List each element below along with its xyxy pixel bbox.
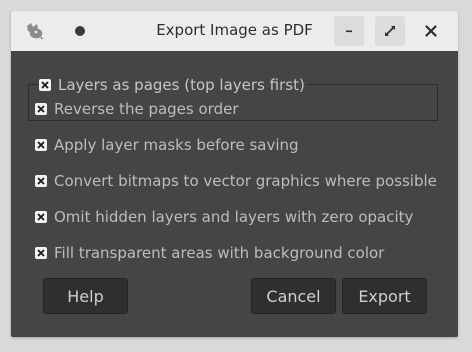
reverse-order-label: Reverse the pages order [54,100,239,118]
checkbox-checked-icon[interactable] [39,79,51,91]
title-bar[interactable]: Export Image as PDF [11,11,458,51]
checkbox-checked-icon[interactable] [35,175,47,187]
close-icon [425,25,437,37]
layers-as-pages-checkbox[interactable]: Layers as pages (top layers first) [39,75,307,95]
export-button[interactable]: Export [342,278,427,314]
minimize-button[interactable] [334,16,364,46]
minimize-icon [346,30,352,33]
layers-as-pages-label: Layers as pages (top layers first) [58,76,305,94]
checkbox-checked-icon[interactable] [35,211,47,223]
fill-transparent-checkbox[interactable]: Fill transparent areas with background c… [35,243,384,263]
export-pdf-dialog: Export Image as PDF Layers as pages (top… [11,11,458,337]
fill-transparent-label: Fill transparent areas with background c… [54,244,385,262]
reverse-order-checkbox[interactable]: Reverse the pages order [35,99,239,119]
omit-hidden-checkbox[interactable]: Omit hidden layers and layers with zero … [35,207,413,227]
close-button[interactable] [416,16,446,46]
maximize-icon [385,26,395,36]
apply-masks-checkbox[interactable]: Apply layer masks before saving [35,135,299,155]
help-button[interactable]: Help [43,278,128,314]
cancel-button[interactable]: Cancel [251,278,336,314]
apply-masks-label: Apply layer masks before saving [54,136,299,154]
checkbox-checked-icon[interactable] [35,139,47,151]
maximize-button[interactable] [375,16,405,46]
checkbox-checked-icon[interactable] [35,103,47,115]
omit-hidden-label: Omit hidden layers and layers with zero … [54,208,414,226]
checkbox-checked-icon[interactable] [35,247,47,259]
dialog-content: Layers as pages (top layers first) Rever… [11,51,458,337]
convert-bitmaps-label: Convert bitmaps to vector graphics where… [54,172,437,190]
convert-bitmaps-checkbox[interactable]: Convert bitmaps to vector graphics where… [35,171,437,191]
